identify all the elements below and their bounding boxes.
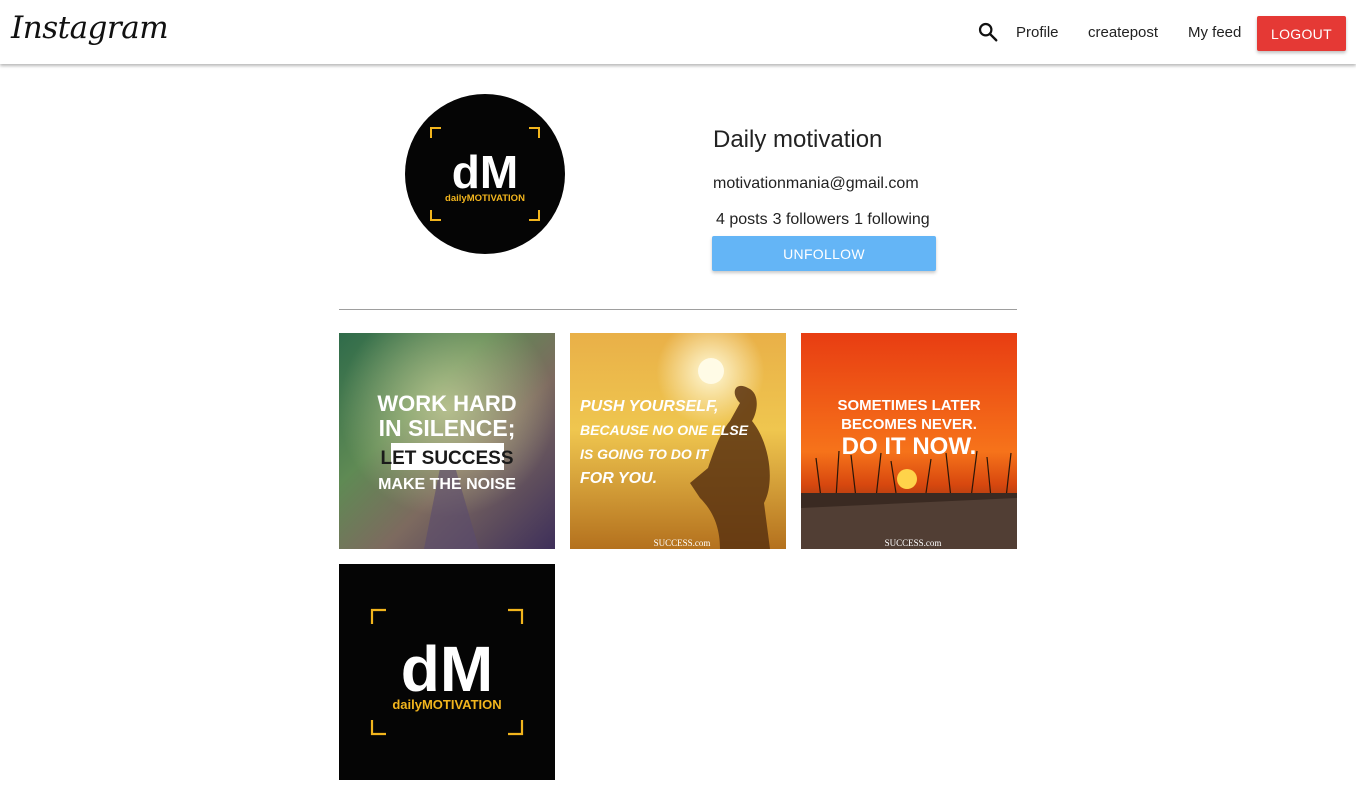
svg-text:dailyMOTIVATION: dailyMOTIVATION bbox=[392, 697, 501, 712]
followers-count: 3 followers bbox=[772, 211, 850, 228]
post-3-line-2: BECOMES NEVER. bbox=[841, 416, 977, 433]
svg-text:dailyMOTIVATION: dailyMOTIVATION bbox=[445, 193, 525, 204]
post-4-logo-daily: daily bbox=[392, 697, 422, 712]
post-thumbnail[interactable]: WORK HARD IN SILENCE; LET SUCCESS MAKE T… bbox=[339, 333, 555, 549]
post-2-line-4: FOR YOU. bbox=[580, 470, 657, 487]
nav-myfeed-link[interactable]: My feed bbox=[1188, 24, 1241, 41]
following-count: 1 following bbox=[854, 211, 930, 228]
post-2-line-3: IS GOING TO DO IT bbox=[580, 446, 710, 462]
posts-count: 4 posts bbox=[716, 211, 768, 228]
navbar: Instagram Profile createpost My feed LOG… bbox=[0, 0, 1356, 64]
unfollow-button[interactable]: UNFOLLOW bbox=[712, 236, 936, 271]
post-2-line-1: PUSH YOURSELF, bbox=[580, 398, 718, 415]
post-3-credit: SUCCESS.com bbox=[885, 538, 942, 548]
daily-motivation-logo: dM dailyMOTIVATION bbox=[430, 127, 540, 221]
post-4-logo-motivation: MOTIVATION bbox=[422, 697, 502, 712]
brand-logo[interactable]: Instagram bbox=[11, 10, 169, 46]
avatar-logo-mark: dM bbox=[452, 146, 518, 198]
post-4-logo-mark: dM bbox=[401, 633, 493, 705]
logout-button[interactable]: LOGOUT bbox=[1257, 16, 1346, 51]
post-1-line-1: WORK HARD bbox=[377, 391, 516, 416]
post-thumbnail[interactable]: dM dailyMOTIVATION bbox=[339, 564, 555, 780]
post-thumbnail[interactable]: SOMETIMES LATER BECOMES NEVER. DO IT NOW… bbox=[801, 333, 1017, 549]
profile-stats: 4 posts 3 followers 1 following bbox=[716, 211, 930, 229]
avatar-logo-motivation: MOTIVATION bbox=[467, 193, 525, 204]
post-1-line-2: IN SILENCE; bbox=[379, 415, 516, 441]
post-1-line-3: LET SUCCESS bbox=[380, 448, 513, 469]
post-2-credit: SUCCESS.com bbox=[654, 538, 711, 548]
nav-createpost-link[interactable]: createpost bbox=[1088, 24, 1158, 41]
post-1-line-4: MAKE THE NOISE bbox=[378, 476, 516, 493]
post-3-line-3: DO IT NOW. bbox=[842, 433, 977, 460]
profile-name: Daily motivation bbox=[713, 126, 883, 153]
post-3-line-1: SOMETIMES LATER bbox=[837, 397, 980, 414]
post-thumbnail[interactable]: PUSH YOURSELF, BECAUSE NO ONE ELSE IS GO… bbox=[570, 333, 786, 549]
divider bbox=[339, 309, 1017, 310]
nav-profile-link[interactable]: Profile bbox=[1016, 24, 1059, 41]
search-icon[interactable] bbox=[977, 21, 999, 43]
avatar: dM dailyMOTIVATION bbox=[405, 94, 565, 254]
avatar-logo-daily: daily bbox=[445, 193, 467, 204]
daily-motivation-logo: dM dailyMOTIVATION bbox=[339, 564, 555, 780]
profile-email: motivationmania@gmail.com bbox=[713, 175, 919, 192]
post-2-line-2: BECAUSE NO ONE ELSE bbox=[580, 422, 749, 438]
